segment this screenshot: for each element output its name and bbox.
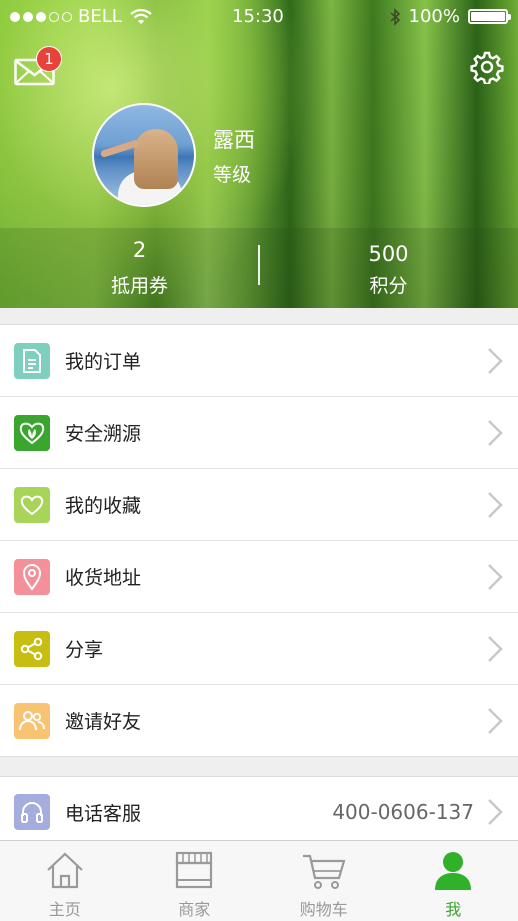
chevron-right-icon [486,797,504,827]
tab-cart[interactable]: 购物车 [259,841,389,921]
store-icon [174,850,214,890]
stats-divider [258,245,260,285]
menu-item-invite-friends[interactable]: 邀请好友 [0,685,518,756]
tab-label: 商家 [130,896,260,920]
menu-item-traceability[interactable]: 安全溯源 [0,397,518,469]
menu-list: 我的订单 安全溯源 我的收藏 收货地址 分享 邀请好友 [0,324,518,757]
tab-home[interactable]: 主页 [0,841,130,921]
document-icon [14,343,50,379]
username: 露西 [213,124,255,154]
headphones-icon [14,794,50,830]
profile-icon [433,850,473,890]
points-stat[interactable]: 500 积分 [259,228,518,308]
menu-item-favorites[interactable]: 我的收藏 [0,469,518,541]
coupons-count: 2 [10,238,269,262]
tab-me[interactable]: 我 [389,841,518,921]
bluetooth-icon [389,8,401,26]
menu-item-label: 收货地址 [65,563,141,590]
menu-item-label: 分享 [65,635,103,662]
invite-friends-icon [14,703,50,739]
message-count-badge: 1 [36,46,62,72]
tab-label: 购物车 [259,896,389,920]
menu-item-share[interactable]: 分享 [0,613,518,685]
chevron-right-icon [486,706,504,736]
settings-gear-icon[interactable] [470,50,504,84]
coupons-label: 抵用券 [10,271,269,298]
service-label: 电话客服 [65,799,141,826]
points-label: 积分 [259,271,518,298]
home-icon [45,850,85,890]
tab-label: 我 [389,896,518,920]
status-time: 15:30 [232,6,284,27]
chevron-right-icon [486,418,504,448]
cart-icon [301,850,347,890]
menu-item-orders[interactable]: 我的订单 [0,325,518,397]
battery-icon [468,9,508,24]
tab-label: 主页 [0,896,130,920]
chevron-right-icon [486,346,504,376]
share-icon [14,631,50,667]
messages-button[interactable]: 1 [14,52,56,84]
menu-item-label: 邀请好友 [65,707,141,734]
customer-service-row[interactable]: 电话客服 400-0606-137 [0,777,518,847]
heart-icon [14,487,50,523]
chevron-right-icon [486,634,504,664]
battery-percent: 100% [409,6,460,27]
chevron-right-icon [486,490,504,520]
menu-item-label: 我的收藏 [65,491,141,518]
menu-item-label: 安全溯源 [65,419,141,446]
location-pin-icon [14,559,50,595]
signal-icon [10,12,72,22]
menu-item-label: 我的订单 [65,347,141,374]
wifi-icon [130,9,152,25]
leaf-heart-icon [14,415,50,451]
carrier-name: BELL [78,6,122,27]
chevron-right-icon [486,562,504,592]
user-level[interactable]: 等级 [213,160,251,187]
menu-item-address[interactable]: 收货地址 [0,541,518,613]
avatar[interactable] [92,103,196,207]
bottom-tab-bar: 主页 商家 购物车 我 [0,840,518,921]
points-count: 500 [259,242,518,266]
tab-merchants[interactable]: 商家 [130,841,260,921]
service-phone-number[interactable]: 400-0606-137 [332,800,474,824]
status-bar: BELL 15:30 100% [0,0,518,32]
coupons-stat[interactable]: 2 抵用券 [10,228,269,308]
service-list: 电话客服 400-0606-137 [0,776,518,841]
